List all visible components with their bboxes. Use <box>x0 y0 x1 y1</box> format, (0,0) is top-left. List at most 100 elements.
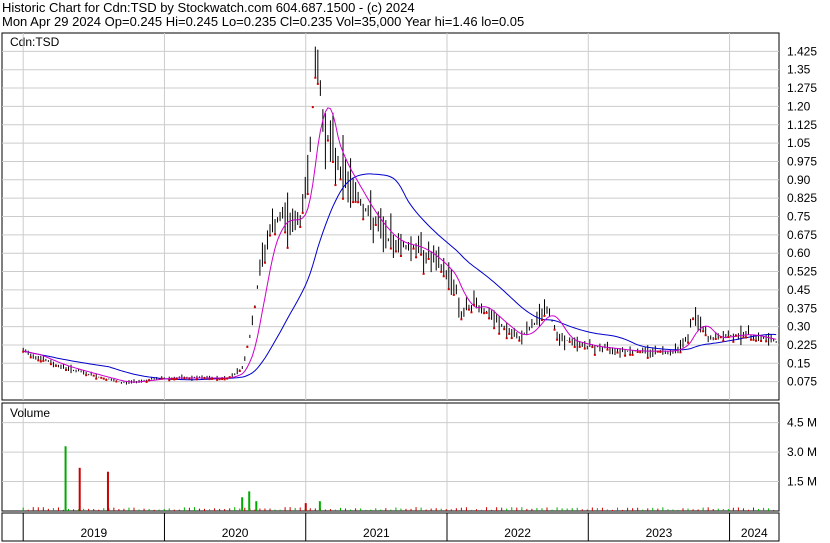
down-day-mark <box>352 201 355 204</box>
down-day-mark <box>420 253 423 256</box>
price-tick-label: 1.425 <box>787 44 817 58</box>
down-day-mark <box>467 308 470 311</box>
price-bars <box>22 46 777 385</box>
down-day-mark <box>39 360 42 363</box>
down-day-mark <box>415 256 418 259</box>
down-day-mark <box>732 340 735 343</box>
down-day-mark <box>301 211 304 214</box>
down-day-mark <box>100 376 103 379</box>
down-day-mark <box>447 288 450 291</box>
down-day-mark <box>228 376 231 379</box>
price-panel-title: Cdn:TSD <box>10 35 60 49</box>
down-day-mark <box>498 332 501 335</box>
price-tick-label: 0.60 <box>787 246 811 260</box>
moving-average-long <box>23 173 777 381</box>
price-tick-label: 0.30 <box>787 320 811 334</box>
down-day-marks <box>22 76 768 383</box>
down-day-mark <box>374 223 377 226</box>
down-day-mark <box>460 318 463 321</box>
down-day-mark <box>342 197 345 200</box>
price-tick-label: 0.15 <box>787 356 811 370</box>
down-day-mark <box>472 303 475 306</box>
down-day-mark <box>216 378 219 381</box>
volume-grid <box>2 422 779 483</box>
price-tick-label: 0.75 <box>787 210 811 224</box>
down-day-mark <box>105 378 108 381</box>
down-day-mark <box>636 350 639 353</box>
down-day-mark <box>208 378 211 381</box>
down-day-mark <box>616 351 619 354</box>
down-day-mark <box>92 374 95 377</box>
down-day-mark <box>331 160 334 163</box>
down-day-mark <box>734 334 737 337</box>
down-day-mark <box>314 76 317 79</box>
volume-tick-label: 3.0 M <box>787 445 817 459</box>
down-day-mark <box>175 377 178 380</box>
down-day-mark <box>238 370 241 373</box>
volume-panel <box>1 402 780 512</box>
down-day-mark <box>646 356 649 359</box>
down-day-mark <box>624 354 627 357</box>
down-day-mark <box>704 334 707 337</box>
down-day-mark <box>593 353 596 356</box>
down-day-mark <box>543 314 546 317</box>
down-day-mark <box>286 246 289 249</box>
down-day-mark <box>334 184 337 187</box>
down-day-mark <box>687 341 690 344</box>
down-day-mark <box>510 337 513 340</box>
x-tick-label: 2022 <box>504 526 531 540</box>
down-day-mark <box>188 377 191 380</box>
price-tick-label: 0.975 <box>787 154 817 168</box>
down-day-mark <box>115 380 118 383</box>
price-tick-label: 1.35 <box>787 63 811 77</box>
down-day-mark <box>556 338 559 341</box>
down-day-mark <box>54 364 57 367</box>
down-day-mark <box>311 106 314 109</box>
down-day-mark <box>29 356 32 359</box>
down-day-mark <box>168 379 171 382</box>
down-day-mark <box>606 348 609 351</box>
down-day-mark <box>755 339 758 342</box>
price-grid <box>2 33 779 511</box>
down-day-mark <box>722 339 725 342</box>
stock-chart: Cdn:TSD 1.425 1.35 1.275 1.20 1.125 1.05 0.975… <box>1 32 817 542</box>
down-day-mark <box>485 311 488 314</box>
down-day-mark <box>679 351 682 354</box>
down-day-mark <box>389 247 392 250</box>
down-day-mark <box>742 336 745 339</box>
price-tick-label: 1.20 <box>787 99 811 113</box>
down-day-mark <box>211 377 214 380</box>
down-day-mark <box>553 328 556 331</box>
down-day-mark <box>493 327 496 330</box>
x-tick-label: 2024 <box>741 526 768 540</box>
down-day-mark <box>505 337 508 340</box>
down-day-mark <box>540 319 543 322</box>
down-day-mark <box>268 234 271 237</box>
down-day-mark <box>656 350 659 353</box>
down-day-mark <box>85 374 88 377</box>
price-tick-label: 1.275 <box>787 81 817 95</box>
price-y-tick-labels: 1.425 1.35 1.275 1.20 1.125 1.05 0.975 0.90 0.82… <box>787 44 817 388</box>
down-day-mark <box>195 378 198 381</box>
down-day-mark <box>203 377 206 380</box>
down-day-mark <box>354 200 357 203</box>
down-day-mark <box>218 378 221 381</box>
price-tick-label: 1.05 <box>787 136 811 150</box>
moving-average-short <box>23 107 777 383</box>
x-tick-label: 2020 <box>222 526 249 540</box>
down-day-mark <box>427 257 430 260</box>
x-axis-year-labels: 2019 2020 2021 2022 2023 2024 <box>22 513 768 541</box>
down-day-mark <box>727 336 730 339</box>
down-day-mark <box>160 377 163 380</box>
down-day-mark <box>702 330 705 333</box>
x-tick-label: 2019 <box>80 526 107 540</box>
down-day-mark <box>37 359 40 362</box>
down-day-mark <box>760 340 763 343</box>
down-day-mark <box>226 377 229 380</box>
volume-bars <box>22 446 775 511</box>
price-tick-label: 0.45 <box>787 283 811 297</box>
price-tick-label: 0.225 <box>787 338 817 352</box>
down-day-mark <box>306 193 309 196</box>
down-day-mark <box>744 336 747 339</box>
down-day-mark <box>470 311 473 314</box>
